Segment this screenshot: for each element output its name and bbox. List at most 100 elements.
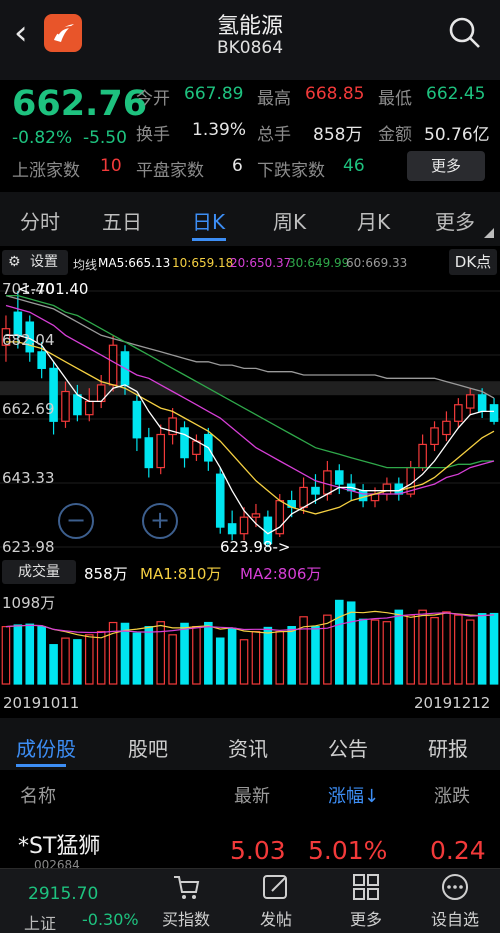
tab-more[interactable]: 更多 (435, 206, 475, 235)
tab-monthly-k[interactable]: 月K (357, 206, 390, 235)
stock-last: 5.03 (230, 836, 286, 865)
tab-daily-k[interactable]: 日K (192, 206, 225, 235)
stock-change: 0.24 (430, 836, 486, 865)
candle-body (37, 351, 46, 369)
settings-label: 设置 (30, 254, 58, 270)
candle-body (299, 486, 308, 508)
price-change: -0.82% -5.50 (12, 128, 127, 148)
open-value: 667.89 (184, 84, 244, 104)
search-icon[interactable] (448, 16, 482, 54)
ma20-value: 20:650.37 (230, 256, 292, 270)
candle-body (358, 490, 368, 502)
volume-bar (1, 626, 11, 685)
candle-body (454, 404, 463, 422)
tab-intraday[interactable]: 分时 (20, 206, 60, 235)
candle-body (144, 437, 154, 469)
volume-bar (84, 634, 94, 685)
volume-bar (346, 601, 356, 685)
candle-body (73, 394, 82, 416)
more-button[interactable]: 更多 (331, 906, 401, 930)
column-header-name[interactable]: 名称 (20, 782, 56, 808)
page-title: 氢能源 (216, 14, 283, 39)
column-header-change-pct[interactable]: 涨幅↓ (328, 782, 379, 808)
volume-bar (204, 621, 213, 685)
column-header-last[interactable]: 最新 (234, 782, 270, 808)
volume-bar (370, 619, 380, 685)
add-watchlist-button[interactable]: 设自选 (420, 906, 490, 930)
tab-forum[interactable]: 股吧 (128, 733, 168, 762)
volume-bar (37, 626, 46, 685)
ellipsis-icon[interactable] (440, 872, 470, 902)
candle-body (156, 433, 166, 469)
zoom-out-button[interactable]: − (58, 503, 94, 539)
stock-change-pct: 5.01% (308, 836, 388, 865)
ma30-value: 30:649.99 (288, 256, 350, 270)
y-tick-label: 662.69 (2, 400, 55, 418)
ma-label: 均线 (73, 258, 98, 272)
buy-index-button[interactable]: 买指数 (151, 906, 221, 930)
volume-bar (215, 637, 225, 685)
tab-research[interactable]: 研报 (428, 733, 468, 762)
ma60-value: 60:669.33 (346, 256, 408, 270)
volume-y-label: 1098万 (2, 594, 56, 612)
volume-indicator-button[interactable]: 成交量 (2, 560, 76, 584)
candle-body (430, 427, 439, 446)
stock-name: *ST猛狮 (18, 834, 101, 859)
edit-icon[interactable] (261, 872, 291, 902)
more-quote-button[interactable]: 更多 (407, 151, 485, 181)
candle-body (418, 443, 427, 469)
post-button[interactable]: 发帖 (241, 906, 311, 930)
gear-icon: ⚙ (8, 254, 21, 270)
change-value: -5.50 (82, 128, 127, 148)
candle-body (323, 470, 332, 495)
volume-value: 858万 (313, 125, 363, 145)
volume-bar (275, 630, 285, 685)
amount-label: 金额 (378, 125, 412, 145)
candle-body (180, 427, 189, 459)
ma5-value: MA5:665.13 (98, 256, 171, 270)
volume-bar (311, 626, 320, 685)
zoom-in-button[interactable]: + (142, 503, 178, 539)
settings-button[interactable]: ⚙ 设置 (2, 250, 68, 275)
volume-bar (132, 632, 142, 685)
column-header-change[interactable]: 涨跌 (434, 782, 470, 808)
volume-bar (49, 644, 58, 685)
candle-body (334, 470, 344, 485)
candle-body (108, 344, 118, 386)
volume-bar (394, 609, 404, 685)
volume-label: 总手 (257, 125, 291, 145)
tab-constituents[interactable]: 成份股 (16, 733, 76, 762)
volume-bar (61, 637, 70, 685)
period-tabs (0, 192, 500, 246)
low-label: 最低 (378, 89, 412, 109)
sector-code: BK0864 (216, 38, 284, 58)
tab-news[interactable]: 资讯 (228, 733, 268, 762)
turnover-value: 1.39% (192, 120, 247, 140)
low-annotation: 623.98-> (220, 538, 291, 556)
tab-five-day[interactable]: 五日 (102, 206, 142, 235)
volume-bar (144, 626, 154, 685)
index-change: -0.30% (82, 910, 139, 929)
dk-point-button[interactable]: DK点 (449, 249, 497, 275)
cart-icon[interactable] (171, 872, 201, 902)
tab-announcements[interactable]: 公告 (328, 733, 368, 762)
end-date: 20191212 (414, 694, 491, 712)
volume-bar (120, 622, 130, 685)
amount-value: 50.76亿 (424, 125, 490, 145)
candle-body (442, 420, 451, 436)
volume-bar (477, 613, 487, 685)
candle-body (311, 486, 320, 495)
high-annotation: <-701.40 (18, 280, 89, 298)
volume-bar (454, 614, 463, 685)
volume-bar (192, 626, 201, 685)
volume-bar (382, 621, 392, 685)
volume-ma2: MA2:806万 (240, 565, 322, 583)
volume-bar (13, 624, 23, 685)
candle-body (465, 394, 475, 409)
candle-body (227, 523, 237, 535)
candle-body (84, 400, 94, 416)
volume-bar (25, 623, 35, 685)
index-value[interactable]: 2915.70 (28, 884, 98, 904)
grid-icon[interactable] (351, 872, 381, 902)
tab-weekly-k[interactable]: 周K (273, 206, 306, 235)
